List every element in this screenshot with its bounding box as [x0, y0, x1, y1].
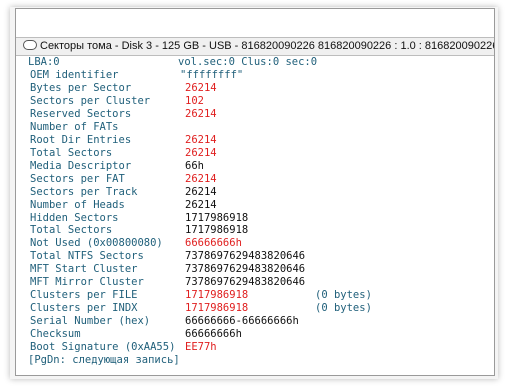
field-value: 26214	[185, 198, 217, 211]
field-value: 1717986918	[185, 302, 249, 315]
field-label: MFT Start Cluster	[30, 263, 138, 276]
field-label: Not Used (0x00800080)	[30, 237, 163, 250]
window-titlebar[interactable]: Секторы тома - Disk 3 - 125 GB - USB - 8…	[16, 37, 494, 56]
field-label: Total NTFS Sectors	[30, 250, 144, 263]
field-label: Serial Number (hex)	[30, 315, 151, 328]
field-value: EE77h	[185, 341, 217, 353]
field-label: Number of FATs	[30, 120, 119, 133]
field-label: Total Sectors	[30, 224, 113, 237]
lba-value: vol.sec:0 Clus:0 sec:0	[178, 56, 318, 68]
field-value: 1717986918	[185, 224, 249, 237]
field-label: MFT Mirror Cluster	[30, 276, 144, 289]
field-extra: (0 bytes)	[315, 302, 372, 315]
field-label: Clusters per INDX	[30, 302, 138, 315]
field-extra: (0 bytes)	[315, 289, 372, 302]
field-value: 7378697629483820646	[185, 263, 306, 276]
sector-viewer-window: Секторы тома - Disk 3 - 125 GB - USB - 8…	[15, 8, 495, 376]
field-value: 26214	[185, 82, 217, 94]
field-label: Sectors per Cluster	[30, 94, 151, 107]
field-value: 7378697629483820646	[185, 250, 306, 263]
field-label: Total Sectors	[30, 146, 113, 159]
field-value: 1717986918	[185, 289, 249, 302]
field-value: 66666666h	[185, 328, 242, 341]
field-value: 102	[185, 94, 204, 107]
lba-label: LBA:0	[28, 56, 60, 68]
field-value: 1717986918	[185, 211, 249, 224]
field-value: 66666666h	[185, 237, 242, 250]
field-label: Sectors per FAT	[30, 172, 125, 185]
field-label: Number of Heads	[30, 198, 125, 211]
field-value: 66h	[185, 159, 204, 172]
field-label: Boot Signature (0xAA55)	[30, 341, 176, 353]
boot-sector-panel: LBA:0 vol.sec:0 Clus:0 sec:0 OEM identif…	[16, 56, 494, 375]
pgdn-hint[interactable]: [PgDn: следующая запись]	[28, 354, 180, 367]
window-top-area	[16, 9, 494, 37]
field-value: 66666666-66666666h	[185, 315, 299, 328]
window-title: Секторы тома - Disk 3 - 125 GB - USB - 8…	[40, 40, 494, 52]
field-value: 26214	[185, 185, 217, 198]
field-value: 7378697629483820646	[185, 276, 306, 289]
field-value: 26214	[185, 107, 217, 120]
field-label: Root Dir Entries	[30, 133, 132, 146]
field-value: 26214	[185, 172, 217, 185]
field-label: Checksum	[30, 328, 81, 341]
field-value: 26214	[185, 133, 217, 146]
oem-value: "ffffffff"	[180, 69, 244, 81]
field-label: Media Descriptor	[30, 159, 132, 172]
field-label: Hidden Sectors	[30, 211, 119, 224]
field-value: 26214	[185, 146, 217, 159]
oem-label: OEM identifier	[30, 69, 119, 81]
field-label: Reserved Sectors	[30, 107, 132, 120]
field-label: Clusters per FILE	[30, 289, 138, 302]
field-label: Bytes per Sector	[30, 82, 132, 94]
disk-icon	[23, 40, 37, 50]
field-label: Sectors per Track	[30, 185, 138, 198]
